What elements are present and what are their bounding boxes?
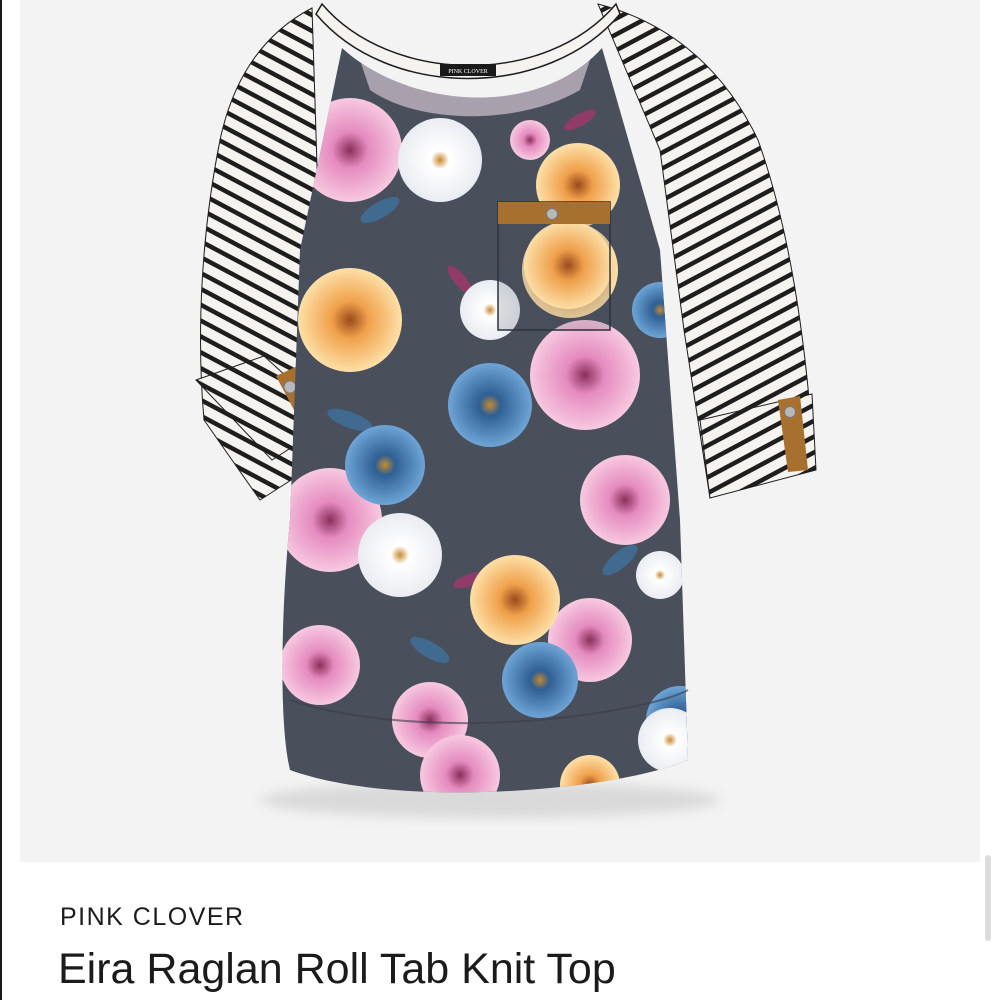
product-screen: PINK CLOVER PINK CLOVER Eira Raglan Roll…: [0, 0, 1000, 1000]
button-icon: [283, 380, 297, 394]
product-title: Eira Raglan Roll Tab Knit Top: [58, 945, 616, 993]
brand-name: PINK CLOVER: [60, 903, 245, 931]
scrollbar[interactable]: [985, 855, 991, 941]
product-photo: PINK CLOVER: [195, 2, 817, 818]
product-image[interactable]: PINK CLOVER: [20, 0, 980, 862]
svg-text:PINK CLOVER: PINK CLOVER: [448, 69, 488, 75]
left-edge-divider: [0, 0, 2, 1000]
